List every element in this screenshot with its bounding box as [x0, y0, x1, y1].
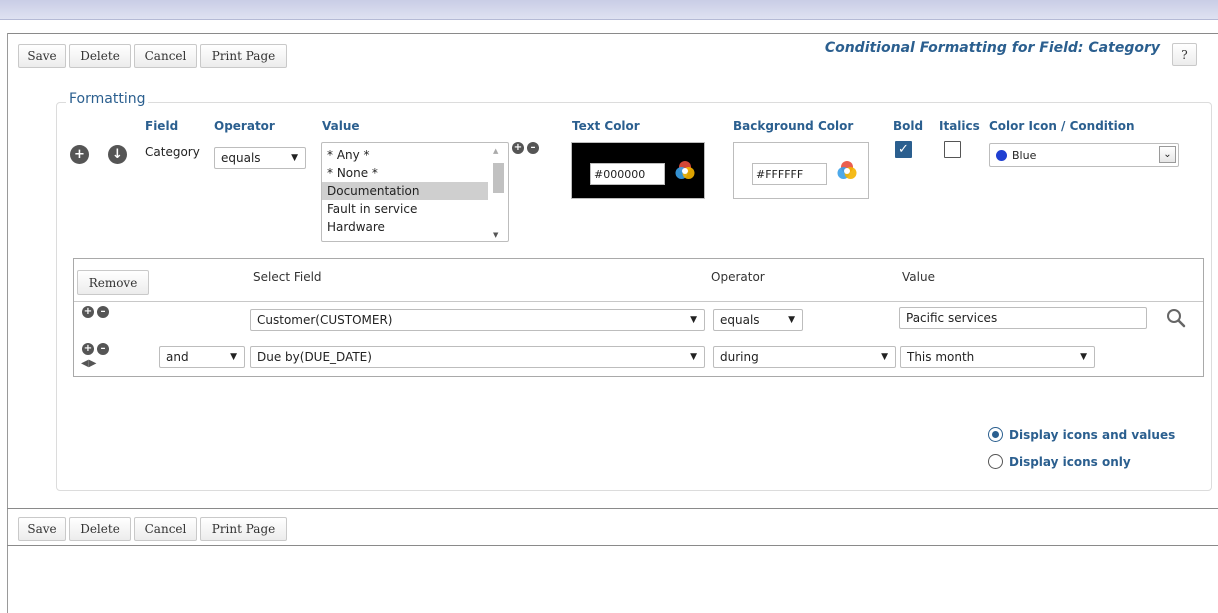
italics-header: Italics [939, 119, 980, 133]
cancel-button[interactable]: Cancel [134, 44, 197, 68]
add-value-icon[interactable]: + [512, 142, 524, 154]
bottom-toolbar: Save Delete Cancel Print Page [18, 517, 287, 541]
add-condition-icon[interactable]: + [82, 343, 94, 355]
bold-checkbox[interactable]: ✓ [895, 141, 912, 158]
value-listbox[interactable]: * Any * * None * Documentation Fault in … [321, 142, 509, 242]
delete-button[interactable]: Delete [69, 517, 131, 541]
condition-value-text: Pacific services [906, 311, 998, 325]
conjunction-select[interactable]: and ▼ [159, 346, 245, 368]
value-option-selected[interactable]: Documentation [322, 182, 488, 200]
condition-field-value: Due by(DUE_DATE) [257, 350, 372, 364]
chevron-down-icon[interactable]: ⌄ [1159, 146, 1176, 163]
scroll-down-icon[interactable]: ▼ [493, 231, 498, 239]
scroll-thumb[interactable] [493, 163, 504, 193]
condition-operator-value: during [720, 350, 759, 364]
condition-value-header: Value [902, 270, 935, 284]
conjunction-value: and [166, 350, 189, 364]
italics-checkbox[interactable] [944, 141, 961, 158]
operator-select-value: equals [221, 151, 261, 165]
value-option[interactable]: Hardware [322, 218, 488, 236]
color-icon-select[interactable]: Blue ⌄ [989, 143, 1179, 167]
chevron-down-icon: ▼ [788, 315, 795, 325]
left-border [7, 33, 8, 613]
cancel-button[interactable]: Cancel [134, 517, 197, 541]
top-toolbar: Save Delete Cancel Print Page [18, 44, 287, 68]
formatting-legend: Formatting [66, 91, 149, 107]
text-color-input[interactable]: #000000 [590, 163, 665, 185]
operator-header: Operator [214, 119, 275, 133]
listbox-scrollbar[interactable]: ▲ ▼ [491, 145, 506, 239]
remove-value-icon[interactable]: – [527, 142, 539, 154]
condition-field-select[interactable]: Due by(DUE_DATE) ▼ [250, 346, 705, 368]
color-icon-value: Blue [1012, 148, 1037, 162]
condition-operator-value: equals [720, 313, 760, 327]
value-option[interactable]: * None * [322, 164, 488, 182]
save-button[interactable]: Save [18, 517, 66, 541]
display-icons-only-label[interactable]: Display icons only [1009, 455, 1131, 469]
move-down-icon[interactable]: ↓ [108, 145, 127, 164]
conditions-header-row [74, 259, 1203, 302]
color-palette-icon[interactable] [837, 160, 857, 180]
field-header: Field [145, 119, 179, 133]
bottom-divider [7, 545, 1218, 546]
background-color-header: Background Color [733, 119, 854, 133]
chevron-down-icon: ▼ [230, 352, 237, 362]
delete-button[interactable]: Delete [69, 44, 131, 68]
display-icons-and-values-radio[interactable] [988, 427, 1003, 442]
condition-value-input[interactable]: Pacific services [899, 307, 1147, 329]
scroll-up-icon[interactable]: ▲ [493, 147, 498, 155]
value-header: Value [322, 119, 360, 133]
indent-arrows-icon[interactable]: ◀▶ [81, 358, 96, 369]
chevron-down-icon: ▼ [690, 352, 697, 362]
condition-field-value: Customer(CUSTOMER) [257, 313, 393, 327]
save-button[interactable]: Save [18, 44, 66, 68]
print-page-button[interactable]: Print Page [200, 44, 287, 68]
remove-condition-icon[interactable]: – [97, 306, 109, 318]
operator-select[interactable]: equals ▼ [214, 147, 306, 169]
field-value: Category [145, 145, 200, 159]
value-option[interactable]: Fault in service [322, 200, 488, 218]
condition-value-select[interactable]: This month ▼ [900, 346, 1095, 368]
help-button[interactable]: ? [1172, 43, 1197, 66]
color-icon-header: Color Icon / Condition [989, 119, 1135, 133]
chevron-down-icon: ▼ [291, 153, 298, 163]
add-condition-icon[interactable]: + [82, 306, 94, 318]
condition-field-select[interactable]: Customer(CUSTOMER) ▼ [250, 309, 705, 331]
window-top-bar [0, 0, 1218, 20]
chevron-down-icon: ▼ [690, 315, 697, 325]
search-icon[interactable] [1165, 307, 1187, 329]
condition-operator-header: Operator [711, 270, 765, 284]
top-divider [7, 33, 1218, 34]
print-page-button[interactable]: Print Page [200, 517, 287, 541]
chevron-down-icon: ▼ [1080, 352, 1087, 362]
condition-operator-select[interactable]: during ▼ [713, 346, 896, 368]
background-color-input[interactable]: #FFFFFF [752, 163, 827, 185]
remove-condition-icon[interactable]: – [97, 343, 109, 355]
page-title: Conditional Formatting for Field: Catego… [824, 40, 1160, 56]
add-rule-icon[interactable]: + [70, 145, 89, 164]
condition-operator-select[interactable]: equals ▼ [713, 309, 803, 331]
remove-button[interactable]: Remove [77, 270, 149, 295]
value-option[interactable]: * Any * [322, 146, 488, 164]
display-icons-only-radio[interactable] [988, 454, 1003, 469]
color-palette-icon[interactable] [675, 160, 695, 180]
text-color-header: Text Color [572, 119, 640, 133]
condition-value-text: This month [907, 350, 975, 364]
color-icon-swatch [996, 149, 1007, 161]
select-field-header: Select Field [253, 270, 322, 284]
bold-header: Bold [893, 119, 924, 133]
bottom-divider-top [7, 508, 1218, 509]
chevron-down-icon: ▼ [881, 352, 888, 362]
display-icons-and-values-label[interactable]: Display icons and values [1009, 428, 1175, 442]
